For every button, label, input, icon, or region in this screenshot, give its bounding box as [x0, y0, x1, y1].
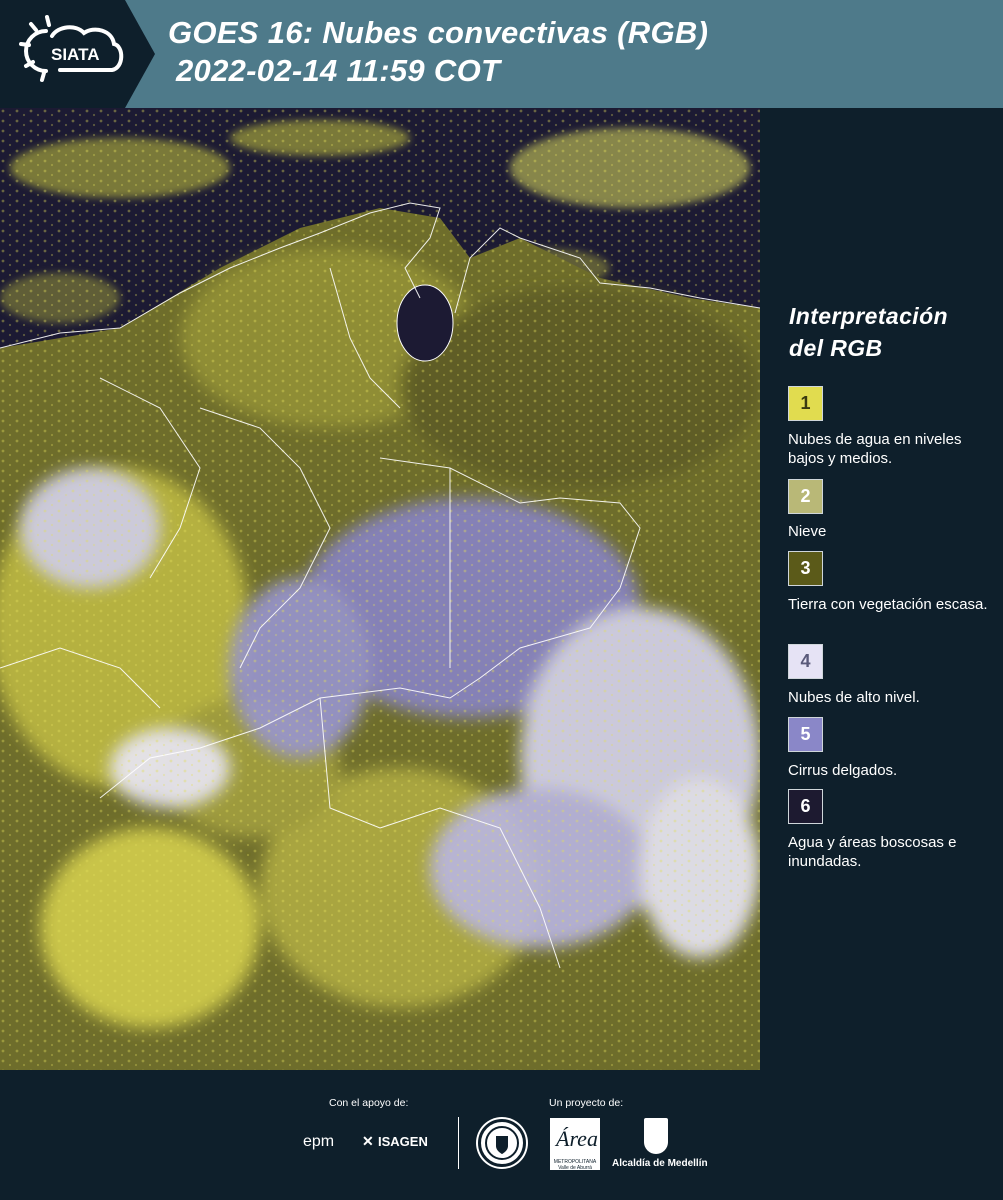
- isagen-logo[interactable]: ✕ ISAGEN: [362, 1133, 428, 1150]
- isagen-text: ISAGEN: [378, 1134, 428, 1149]
- alcaldia-text: Alcaldía de Medellín: [612, 1158, 708, 1169]
- legend-swatch-6: 6: [788, 789, 823, 824]
- legend-swatch-5: 5: [788, 717, 823, 752]
- legend-panel: [760, 108, 1003, 1070]
- title-timestamp: 2022-02-14 11:59 COT: [176, 53, 501, 88]
- legend-title-line-2: del RGB: [789, 335, 883, 361]
- siata-logo-text: SIATA: [51, 45, 99, 64]
- legend-label-4: Nubes de alto nivel.: [788, 689, 920, 706]
- legend-title-line-1: Interpretación: [789, 303, 948, 329]
- alcaldia-shield-icon[interactable]: [644, 1118, 668, 1154]
- area-line-2: Valle de Aburrá: [558, 1165, 592, 1171]
- area-metropolitana-logo[interactable]: Área METROPOLITANA Valle de Aburrá: [550, 1118, 600, 1171]
- header-bar: SIATA GOES 16: Nubes convectivas (RGB) 2…: [0, 0, 1003, 108]
- project-label: Un proyecto de:: [549, 1097, 624, 1109]
- legend-label-2: Nieve: [788, 523, 827, 540]
- legend-label-3: Tierra con vegetación escasa.: [788, 596, 988, 613]
- legend-label-6: Agua y áreas boscosas e inundadas.: [788, 834, 957, 870]
- legend-label-5: Cirrus delgados.: [788, 762, 898, 779]
- siata-logo[interactable]: SIATA: [0, 0, 155, 108]
- legend-title: Interpretación del RGB: [789, 300, 948, 364]
- legend-swatch-2: 2: [788, 479, 823, 514]
- isagen-icon: ✕: [362, 1133, 374, 1149]
- svg-text:Área: Área: [554, 1126, 598, 1151]
- medellin-seal-icon[interactable]: [478, 1119, 526, 1167]
- legend-label-1: Nubes de agua en niveles bajos y medios.: [788, 431, 962, 467]
- page-title: GOES 16: Nubes convectivas (RGB) 2022-02…: [168, 14, 708, 90]
- epm-logo[interactable]: epm: [303, 1133, 334, 1151]
- title-line-1: GOES 16: Nubes convectivas (RGB): [168, 15, 709, 50]
- legend-swatch-4: 4: [788, 644, 823, 679]
- support-label: Con el apoyo de:: [329, 1097, 409, 1109]
- legend-swatch-1: 1: [788, 386, 823, 421]
- footer-divider: [458, 1117, 459, 1169]
- satellite-rgb-map[interactable]: [0, 108, 760, 1070]
- legend-swatch-3: 3: [788, 551, 823, 586]
